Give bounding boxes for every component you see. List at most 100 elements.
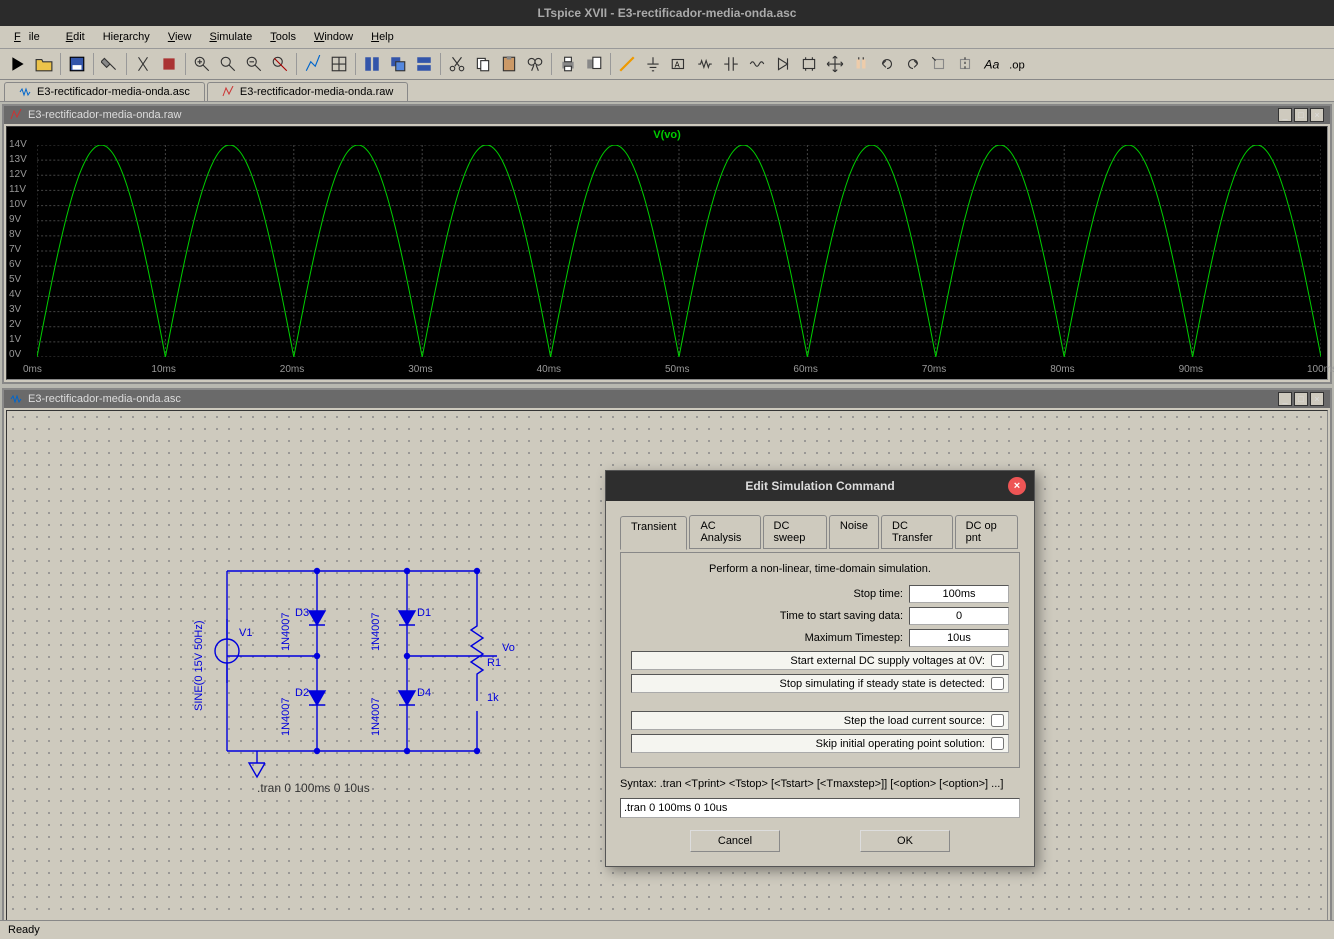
step-load-label: Step the load current source: xyxy=(844,715,985,727)
drag-icon[interactable] xyxy=(849,52,873,76)
tab-asc[interactable]: E3-rectificador-media-onda.asc xyxy=(4,82,205,101)
stop-steady-checkbox[interactable] xyxy=(991,677,1004,690)
mirror-icon[interactable] xyxy=(953,52,977,76)
find-icon[interactable] xyxy=(523,52,547,76)
svg-text:1N4007: 1N4007 xyxy=(370,697,382,736)
dialog-close-button[interactable]: × xyxy=(1008,477,1026,495)
schematic-icon xyxy=(10,393,22,405)
ground-icon[interactable] xyxy=(641,52,665,76)
max-timestep-input[interactable] xyxy=(909,629,1009,647)
zoom-fit-icon[interactable] xyxy=(268,52,292,76)
menu-simulate[interactable]: Simulate xyxy=(201,28,260,46)
statusbar: Ready xyxy=(0,920,1334,939)
syntax-hint: Syntax: .tran <Tprint> <Tstop> [<Tstart>… xyxy=(620,778,1020,790)
start-save-input[interactable] xyxy=(909,607,1009,625)
save-button[interactable] xyxy=(65,52,89,76)
svg-text:.op: .op xyxy=(1009,60,1025,72)
menubar: File Edit Hierarchy View Simulate Tools … xyxy=(0,26,1334,49)
close-button[interactable]: × xyxy=(1310,392,1324,406)
svg-text:D4: D4 xyxy=(417,687,431,699)
max-timestep-label: Maximum Timestep: xyxy=(805,632,903,644)
close-button[interactable]: × xyxy=(1310,108,1324,122)
run-button[interactable] xyxy=(6,52,30,76)
menu-file[interactable]: File xyxy=(6,28,56,46)
hammer-icon[interactable] xyxy=(98,52,122,76)
step-load-checkbox[interactable] xyxy=(991,714,1004,727)
svg-text:SINE(0 15V 50Hz): SINE(0 15V 50Hz) xyxy=(193,621,205,711)
svg-text:D2: D2 xyxy=(295,687,309,699)
move-icon[interactable] xyxy=(823,52,847,76)
menu-help[interactable]: Help xyxy=(363,28,402,46)
tab-dc-op[interactable]: DC op pnt xyxy=(955,515,1018,549)
redo-icon[interactable] xyxy=(901,52,925,76)
menu-view[interactable]: View xyxy=(160,28,200,46)
stop-time-label: Stop time: xyxy=(853,588,903,600)
inductor-icon[interactable] xyxy=(745,52,769,76)
svg-text:Aa: Aa xyxy=(983,58,999,72)
tab-description: Perform a non-linear, time-domain simula… xyxy=(631,563,1009,575)
zoom-out-icon[interactable] xyxy=(242,52,266,76)
maximize-button[interactable]: □ xyxy=(1294,108,1308,122)
text-icon[interactable]: Aa xyxy=(979,52,1003,76)
minimize-button[interactable]: _ xyxy=(1278,392,1292,406)
print-icon[interactable] xyxy=(556,52,580,76)
undo-icon[interactable] xyxy=(875,52,899,76)
tab-transient[interactable]: Transient xyxy=(620,516,687,550)
skip-initial-label: Skip initial operating point solution: xyxy=(816,738,985,750)
menu-tools[interactable]: Tools xyxy=(262,28,304,46)
setup-icon[interactable] xyxy=(327,52,351,76)
ok-button[interactable]: OK xyxy=(860,830,950,852)
tab-raw[interactable]: E3-rectificador-media-onda.raw xyxy=(207,82,408,101)
cut-run-icon[interactable] xyxy=(131,52,155,76)
menu-hierarchy[interactable]: Hierarchy xyxy=(95,28,158,46)
tab-ac[interactable]: AC Analysis xyxy=(689,515,760,549)
stop-steady-label: Stop simulating if steady state is detec… xyxy=(780,678,985,690)
print-setup-icon[interactable] xyxy=(582,52,606,76)
dialog-tabs: Transient AC Analysis DC sweep Noise DC … xyxy=(620,515,1020,549)
minimize-button[interactable]: _ xyxy=(1278,108,1292,122)
schematic-drawing[interactable]: V1 SINE(0 15V 50Hz) D31N4007 D21N4007 D1… xyxy=(187,561,527,791)
pane-title-text: E3-rectificador-media-onda.asc xyxy=(28,393,181,405)
tile-icon[interactable] xyxy=(360,52,384,76)
menu-edit[interactable]: Edit xyxy=(58,28,93,46)
close-all-icon[interactable] xyxy=(412,52,436,76)
edit-simulation-dialog: Edit Simulation Command × Transient AC A… xyxy=(605,470,1035,867)
zoom-pan-icon[interactable] xyxy=(216,52,240,76)
start-save-label: Time to start saving data: xyxy=(780,610,903,622)
spice-directive-icon[interactable]: .op xyxy=(1005,52,1029,76)
menu-window[interactable]: Window xyxy=(306,28,361,46)
wire-icon[interactable] xyxy=(615,52,639,76)
cancel-button[interactable]: Cancel xyxy=(690,830,780,852)
skip-initial-checkbox[interactable] xyxy=(991,737,1004,750)
stop-time-input[interactable] xyxy=(909,585,1009,603)
spice-directive[interactable]: .tran 0 100ms 0 10us xyxy=(257,781,370,795)
autorange-icon[interactable] xyxy=(301,52,325,76)
cut-icon[interactable] xyxy=(445,52,469,76)
plot-trace-label[interactable]: V(vo) xyxy=(7,127,1327,143)
plot-area[interactable]: V(vo) 0V1V2V3V4V5V6V7V8V9V10V11V12V13V14… xyxy=(6,126,1328,380)
svg-text:R1: R1 xyxy=(487,657,501,669)
tab-dc-transfer[interactable]: DC Transfer xyxy=(881,515,953,549)
open-button[interactable] xyxy=(32,52,56,76)
diode-icon[interactable] xyxy=(771,52,795,76)
component-icon[interactable] xyxy=(797,52,821,76)
zoom-in-icon[interactable] xyxy=(190,52,214,76)
svg-text:A: A xyxy=(675,60,681,69)
svg-text:1N4007: 1N4007 xyxy=(280,697,292,736)
tab-dc-sweep[interactable]: DC sweep xyxy=(763,515,827,549)
maximize-button[interactable]: □ xyxy=(1294,392,1308,406)
start-ext-checkbox[interactable] xyxy=(991,654,1004,667)
stop-icon[interactable] xyxy=(157,52,181,76)
tab-noise[interactable]: Noise xyxy=(829,515,879,549)
svg-text:D1: D1 xyxy=(417,607,431,619)
schematic-icon xyxy=(19,86,31,98)
copy-icon[interactable] xyxy=(471,52,495,76)
toolbar: A Aa .op xyxy=(0,49,1334,80)
rotate-icon[interactable] xyxy=(927,52,951,76)
command-input[interactable] xyxy=(620,798,1020,818)
resistor-icon[interactable] xyxy=(693,52,717,76)
paste-icon[interactable] xyxy=(497,52,521,76)
cascade-icon[interactable] xyxy=(386,52,410,76)
capacitor-icon[interactable] xyxy=(719,52,743,76)
label-icon[interactable]: A xyxy=(667,52,691,76)
